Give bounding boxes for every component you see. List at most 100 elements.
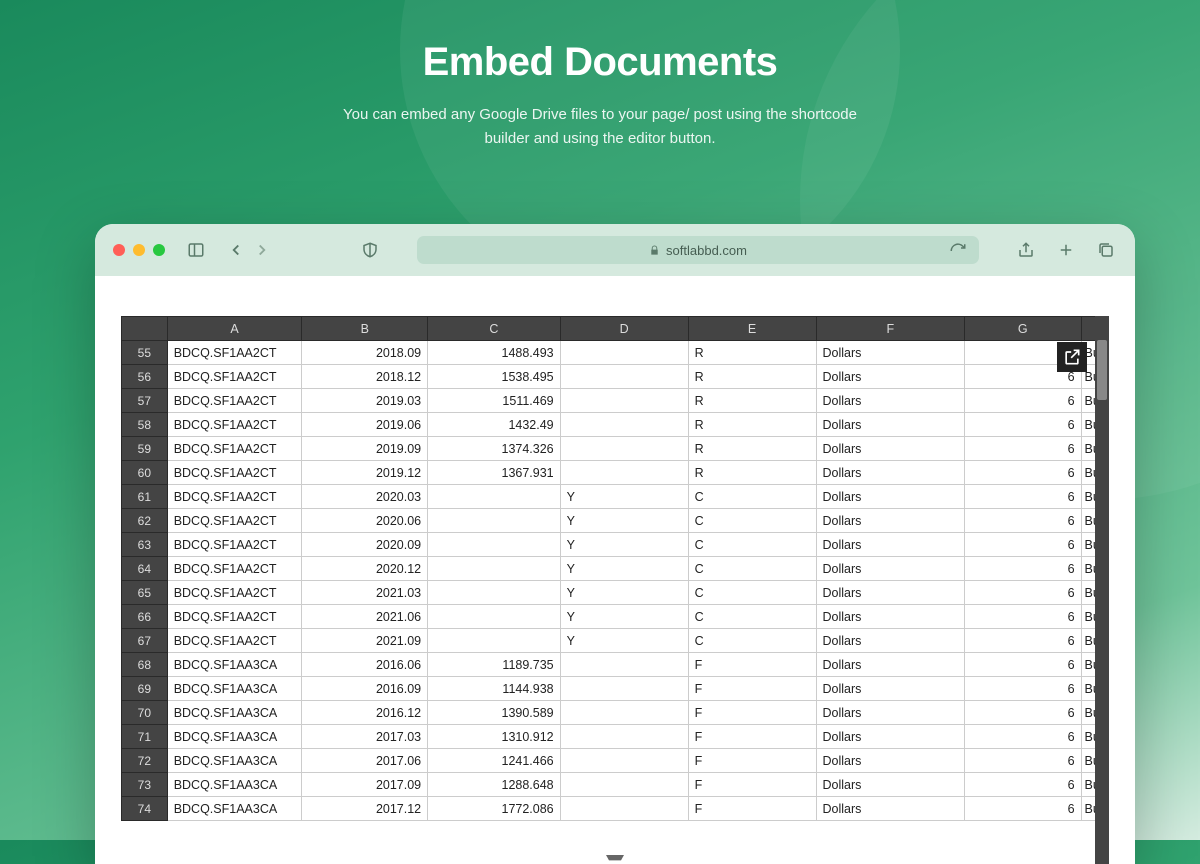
cell[interactable]: BDCQ.SF1AA3CA bbox=[167, 749, 302, 773]
cell[interactable] bbox=[560, 413, 688, 437]
cell[interactable] bbox=[428, 485, 561, 509]
cell[interactable]: Y bbox=[560, 581, 688, 605]
cell[interactable]: BDCQ.SF1AA2CT bbox=[167, 509, 302, 533]
cell[interactable] bbox=[428, 509, 561, 533]
cell[interactable] bbox=[560, 797, 688, 821]
cell[interactable]: 2021.09 bbox=[302, 629, 428, 653]
forward-button-icon[interactable] bbox=[251, 241, 273, 259]
cell[interactable] bbox=[560, 461, 688, 485]
cell[interactable]: 6 bbox=[965, 701, 1082, 725]
share-icon[interactable] bbox=[1015, 241, 1037, 259]
cell[interactable]: C bbox=[688, 581, 816, 605]
row-header[interactable]: 57 bbox=[122, 389, 168, 413]
cell[interactable]: F bbox=[688, 677, 816, 701]
cell[interactable] bbox=[428, 581, 561, 605]
cell[interactable]: 2019.03 bbox=[302, 389, 428, 413]
cell[interactable]: BDCQ.SF1AA3CA bbox=[167, 653, 302, 677]
cell[interactable]: Y bbox=[560, 485, 688, 509]
cell[interactable] bbox=[560, 677, 688, 701]
cell[interactable]: 2019.06 bbox=[302, 413, 428, 437]
cell[interactable]: 1374.326 bbox=[428, 437, 561, 461]
address-bar[interactable]: softlabbd.com bbox=[417, 236, 979, 264]
row-header[interactable]: 74 bbox=[122, 797, 168, 821]
cell[interactable]: C bbox=[688, 485, 816, 509]
cell[interactable]: F bbox=[688, 773, 816, 797]
cell[interactable]: C bbox=[688, 509, 816, 533]
cell[interactable]: Dollars bbox=[816, 605, 965, 629]
cell[interactable]: Dollars bbox=[816, 341, 965, 365]
cell[interactable]: 2020.03 bbox=[302, 485, 428, 509]
cell[interactable]: Y bbox=[560, 629, 688, 653]
cell[interactable]: BDCQ.SF1AA2CT bbox=[167, 365, 302, 389]
cell[interactable]: C bbox=[688, 557, 816, 581]
column-header[interactable]: C bbox=[428, 317, 561, 341]
cell[interactable]: 6 bbox=[965, 725, 1082, 749]
cell[interactable]: 2017.09 bbox=[302, 773, 428, 797]
cell[interactable]: BDCQ.SF1AA2CT bbox=[167, 533, 302, 557]
tabs-overview-icon[interactable] bbox=[1095, 241, 1117, 259]
scrollbar-thumb[interactable] bbox=[1097, 340, 1107, 400]
close-window-icon[interactable] bbox=[113, 244, 125, 256]
cell[interactable]: BDCQ.SF1AA2CT bbox=[167, 605, 302, 629]
cell[interactable]: BDCQ.SF1AA2CT bbox=[167, 341, 302, 365]
row-header[interactable]: 59 bbox=[122, 437, 168, 461]
cell[interactable]: 6 bbox=[965, 605, 1082, 629]
cell[interactable]: 1511.469 bbox=[428, 389, 561, 413]
cell[interactable]: R bbox=[688, 365, 816, 389]
row-header[interactable]: 61 bbox=[122, 485, 168, 509]
cell[interactable]: 2020.12 bbox=[302, 557, 428, 581]
cell[interactable]: 6 bbox=[965, 461, 1082, 485]
cell[interactable]: 2019.12 bbox=[302, 461, 428, 485]
cell[interactable]: Y bbox=[560, 533, 688, 557]
cell[interactable] bbox=[560, 341, 688, 365]
row-header[interactable]: 60 bbox=[122, 461, 168, 485]
row-header[interactable]: 71 bbox=[122, 725, 168, 749]
column-header[interactable]: G bbox=[965, 317, 1082, 341]
cell[interactable]: 6 bbox=[965, 629, 1082, 653]
row-header[interactable]: 67 bbox=[122, 629, 168, 653]
cell[interactable] bbox=[428, 557, 561, 581]
cell[interactable]: 2017.03 bbox=[302, 725, 428, 749]
cell[interactable]: 2021.06 bbox=[302, 605, 428, 629]
cell[interactable]: 2020.06 bbox=[302, 509, 428, 533]
cell[interactable]: 6 bbox=[965, 581, 1082, 605]
cell[interactable] bbox=[560, 749, 688, 773]
cell[interactable]: BDCQ.SF1AA3CA bbox=[167, 701, 302, 725]
cell[interactable]: Dollars bbox=[816, 365, 965, 389]
cell[interactable] bbox=[560, 701, 688, 725]
row-header[interactable]: 70 bbox=[122, 701, 168, 725]
cell[interactable]: BDCQ.SF1AA2CT bbox=[167, 437, 302, 461]
cell[interactable]: 2019.09 bbox=[302, 437, 428, 461]
cell[interactable]: Dollars bbox=[816, 653, 965, 677]
cell[interactable] bbox=[560, 365, 688, 389]
cell[interactable]: C bbox=[688, 629, 816, 653]
cell[interactable]: 6 bbox=[965, 797, 1082, 821]
cell[interactable]: 1538.495 bbox=[428, 365, 561, 389]
cell[interactable]: 1288.648 bbox=[428, 773, 561, 797]
cell[interactable]: Dollars bbox=[816, 413, 965, 437]
row-header[interactable]: 72 bbox=[122, 749, 168, 773]
row-header[interactable]: 68 bbox=[122, 653, 168, 677]
cell[interactable]: Dollars bbox=[816, 437, 965, 461]
cell[interactable]: BDCQ.SF1AA2CT bbox=[167, 413, 302, 437]
column-header[interactable]: D bbox=[560, 317, 688, 341]
cell[interactable]: Dollars bbox=[816, 581, 965, 605]
cell[interactable]: 2020.09 bbox=[302, 533, 428, 557]
refresh-icon[interactable] bbox=[947, 242, 969, 260]
cell[interactable]: BDCQ.SF1AA2CT bbox=[167, 389, 302, 413]
cell[interactable]: Dollars bbox=[816, 677, 965, 701]
cell[interactable]: 6 bbox=[965, 557, 1082, 581]
cell[interactable]: Dollars bbox=[816, 389, 965, 413]
cell[interactable]: F bbox=[688, 749, 816, 773]
cell[interactable]: 1310.912 bbox=[428, 725, 561, 749]
cell[interactable]: 6 bbox=[965, 773, 1082, 797]
column-header[interactable]: A bbox=[167, 317, 302, 341]
cell[interactable]: 6 bbox=[965, 413, 1082, 437]
cell[interactable]: Y bbox=[560, 557, 688, 581]
cell[interactable]: BDCQ.SF1AA2CT bbox=[167, 485, 302, 509]
cell[interactable]: Y bbox=[560, 605, 688, 629]
sidebar-toggle-icon[interactable] bbox=[185, 241, 207, 259]
cell[interactable]: F bbox=[688, 797, 816, 821]
cell[interactable]: 6 bbox=[965, 389, 1082, 413]
cell[interactable]: Dollars bbox=[816, 557, 965, 581]
